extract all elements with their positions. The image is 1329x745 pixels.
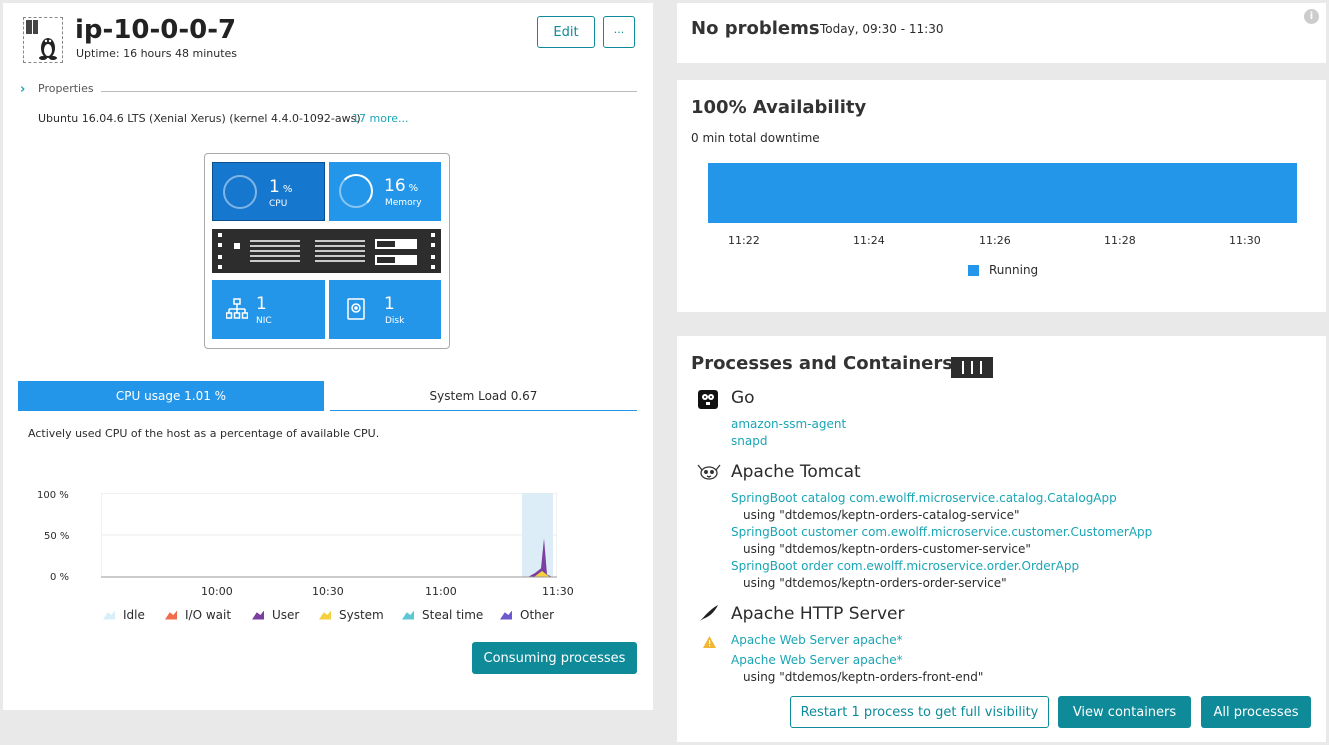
availability-bar-track [708,163,1297,223]
cpu-chart: 100 % 50 % 0 % 10:00 10:30 11:00 11:30 [23,481,603,601]
y-tick-100: 100 % [37,490,69,501]
legend-io-wait[interactable]: I/O wait [165,608,231,622]
legend-io-wait-swatch [165,610,177,620]
warning-icon [703,633,716,652]
process-container-image: using "dtdemos/keptn-orders-order-servic… [743,576,1007,590]
nic-tile[interactable]: 1 NIC [212,280,325,339]
more-properties-link[interactable]: 17 more... [352,112,408,125]
disk-icon [347,298,365,324]
legend-system[interactable]: System [319,608,384,622]
container-icon [951,357,993,378]
cpu-gauge-icon [223,175,257,209]
x-tick-1030: 10:30 [312,585,344,598]
chevron-right-icon[interactable]: › [20,82,25,97]
process-container-image: using "dtdemos/keptn-orders-front-end" [743,670,984,684]
memory-tile[interactable]: 16% Memory [329,162,441,221]
avail-x-tick-4: 11:28 [1104,234,1136,247]
nic-value: 1 [256,294,267,314]
avail-x-tick-5: 11:30 [1229,234,1261,247]
processes-title: Processes and Containers [691,353,953,374]
disk-value: 1 [384,294,395,314]
legend-idle[interactable]: Idle [103,608,145,622]
process-link[interactable]: SpringBoot order com.ewolff.microservice… [731,559,1079,573]
memory-value: 16% [384,176,419,196]
go-icon [698,390,718,409]
more-options-button[interactable]: ··· [603,16,635,48]
host-uptime: Uptime: 16 hours 48 minutes [76,47,238,60]
legend-user[interactable]: User [252,608,299,622]
linux-host-icon [23,17,63,63]
processes-panel: Processes and Containers Go amazon-ssm-a… [677,336,1326,742]
problems-panel: No problems Today, 09:30 - 11:30 i [677,3,1326,63]
legend-idle-swatch [103,610,115,620]
problems-title: No problems [691,18,820,39]
legend-system-swatch [319,610,331,620]
tab-system-load[interactable]: System Load 0.67 [330,381,637,411]
x-tick-1100: 11:00 [425,585,457,598]
process-container-image: using "dtdemos/keptn-orders-catalog-serv… [743,508,1020,522]
restart-process-button[interactable]: Restart 1 process to get full visibility [790,696,1049,728]
edit-button[interactable]: Edit [537,16,595,48]
disk-tile[interactable]: 1 Disk [329,280,441,339]
properties-label[interactable]: Properties [38,82,94,95]
host-name: ip-10-0-0-7 [75,15,237,45]
cpu-chart-plot [101,493,557,578]
legend-running[interactable]: Running [968,263,1038,277]
process-link[interactable]: Apache Web Server apache* [731,633,903,647]
process-link[interactable]: Apache Web Server apache* [731,653,903,667]
legend-steal-time[interactable]: Steal time [402,608,483,622]
tomcat-icon [696,462,722,486]
problems-timeframe: Today, 09:30 - 11:30 [820,22,944,36]
cpu-label: CPU [269,199,288,209]
feather-icon [699,604,719,626]
downtime-text: 0 min total downtime [691,131,820,145]
availability-title: 100% Availability [691,97,867,118]
memory-gauge-icon [339,174,373,208]
x-tick-1130: 11:30 [542,585,574,598]
availability-bar [708,163,1297,223]
process-link[interactable]: amazon-ssm-agent [731,417,846,431]
network-icon [225,298,249,324]
selection-highlight [522,493,553,577]
legend-other-swatch [500,610,512,620]
all-processes-button[interactable]: All processes [1201,696,1311,728]
tab-cpu-usage[interactable]: CPU usage 1.01 % [18,381,324,411]
server-rack-icon [212,229,441,273]
consuming-processes-button[interactable]: Consuming processes [472,642,637,674]
tech-go: Go [731,388,755,408]
availability-panel: 100% Availability 0 min total downtime 1… [677,80,1326,312]
avail-x-tick-2: 11:24 [853,234,885,247]
avail-x-tick-1: 11:22 [728,234,760,247]
process-link[interactable]: snapd [731,434,767,448]
memory-label: Memory [385,198,422,208]
tech-apache-tomcat: Apache Tomcat [731,462,861,482]
cpu-description: Actively used CPU of the host as a perce… [28,427,380,440]
y-tick-50: 50 % [44,531,70,542]
info-icon[interactable]: i [1304,9,1319,24]
legend-other[interactable]: Other [500,608,554,622]
process-container-image: using "dtdemos/keptn-orders-customer-ser… [743,542,1031,556]
legend-running-swatch [968,264,979,276]
process-link[interactable]: SpringBoot customer com.ewolff.microserv… [731,525,1152,539]
cpu-value: 1% [269,177,293,197]
host-overview-panel: ip-10-0-0-7 Uptime: 16 hours 48 minutes … [3,3,653,710]
properties-divider [101,91,637,92]
nic-label: NIC [256,316,272,326]
x-tick-1000: 10:00 [201,585,233,598]
os-info: Ubuntu 16.04.6 LTS (Xenial Xerus) (kerne… [38,112,361,125]
process-link[interactable]: SpringBoot catalog com.ewolff.microservi… [731,491,1117,505]
y-tick-0: 0 % [50,572,70,583]
cpu-tile[interactable]: 1% CPU [212,162,325,221]
disk-label: Disk [385,316,405,326]
view-containers-button[interactable]: View containers [1058,696,1191,728]
legend-steal-time-swatch [402,610,414,620]
legend-user-swatch [252,610,264,620]
avail-x-tick-3: 11:26 [979,234,1011,247]
tech-apache-http-server: Apache HTTP Server [731,604,905,624]
